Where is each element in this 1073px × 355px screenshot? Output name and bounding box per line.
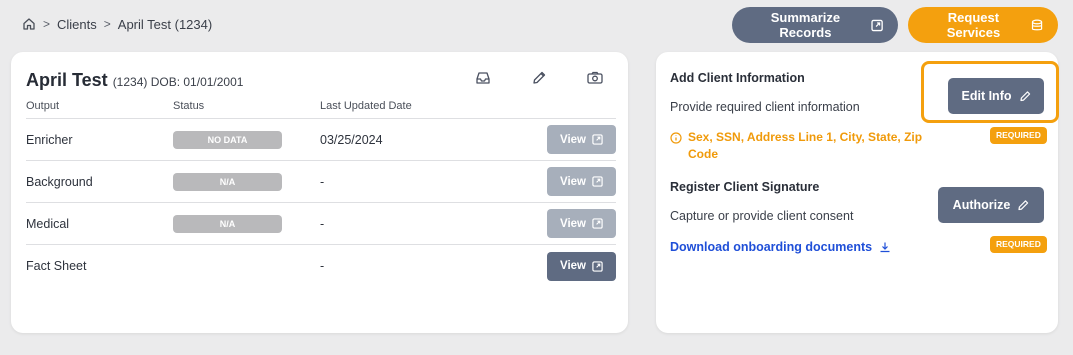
breadcrumb-current: April Test (1234)	[117, 16, 213, 32]
edit-info-label: Edit Info	[961, 89, 1012, 103]
client-header: April Test (1234) DOB: 01/01/2001	[26, 70, 243, 91]
table-row: Enricher NO DATA 03/25/2024 View	[26, 119, 616, 161]
status-badge: NO DATA	[173, 130, 282, 149]
row-date: -	[320, 216, 325, 231]
top-actions: Summarize Records Request Services	[732, 7, 1058, 43]
inbox-icon[interactable]	[474, 69, 492, 87]
home-icon[interactable]	[22, 17, 36, 31]
view-label: View	[560, 260, 586, 272]
view-label: View	[560, 133, 586, 146]
download-onboarding-label: Download onboarding documents	[670, 240, 873, 254]
client-actions	[474, 69, 604, 87]
request-services-label: Request Services	[946, 10, 1001, 40]
add-client-info-text: Provide required client information	[670, 100, 860, 114]
table-header: Output Status Last Updated Date	[26, 99, 616, 119]
row-output: Medical	[26, 216, 70, 231]
breadcrumb: > Clients > April Test (1234)	[22, 15, 212, 33]
edit-info-button[interactable]: Edit Info	[948, 78, 1044, 114]
database-icon	[1031, 19, 1043, 30]
edit-pencil-icon	[1019, 91, 1030, 102]
header-last-updated: Last Updated Date	[320, 100, 412, 112]
outputs-table: Output Status Last Updated Date Enricher…	[26, 99, 616, 287]
row-date: -	[320, 259, 325, 273]
view-button[interactable]: View	[547, 167, 616, 196]
authorize-label: Authorize	[952, 198, 1011, 212]
add-client-info-title: Add Client Information	[670, 71, 805, 85]
client-meta: (1234) DOB: 01/01/2001	[112, 75, 244, 89]
row-date: 03/25/2024	[320, 132, 383, 147]
view-label: View	[560, 217, 586, 230]
edit-pencil-icon	[1018, 200, 1029, 211]
missing-fields-warning: Sex, SSN, Address Line 1, City, State, Z…	[670, 129, 930, 163]
header-status: Status	[173, 100, 205, 112]
info-circle-icon	[670, 132, 682, 144]
row-date: -	[320, 174, 325, 189]
camera-icon[interactable]	[586, 69, 604, 87]
header-output: Output	[26, 100, 60, 112]
request-services-button[interactable]: Request Services	[908, 7, 1058, 43]
table-row: Background N/A - View	[26, 161, 616, 203]
summarize-records-label: Summarize Records	[770, 10, 841, 40]
chevron-right-icon: >	[103, 17, 111, 31]
table-row: Fact Sheet - View	[26, 245, 616, 287]
open-external-icon	[592, 260, 603, 272]
client-name: April Test	[26, 70, 108, 90]
open-external-icon	[592, 218, 603, 229]
view-button[interactable]: View	[547, 209, 616, 238]
required-badge: REQUIRED	[990, 127, 1047, 144]
download-icon	[880, 242, 890, 253]
open-external-icon	[871, 19, 883, 31]
row-output: Enricher	[26, 132, 73, 147]
row-output: Background	[26, 174, 93, 189]
table-row: Medical N/A - View	[26, 203, 616, 245]
breadcrumb-clients[interactable]: Clients	[57, 17, 97, 32]
summarize-records-button[interactable]: Summarize Records	[732, 7, 898, 43]
view-button[interactable]: View	[547, 251, 616, 281]
open-external-icon	[592, 134, 603, 145]
open-external-icon	[592, 176, 603, 187]
view-button[interactable]: View	[547, 125, 616, 154]
edit-pencil-icon[interactable]	[530, 69, 548, 87]
missing-fields-text: Sex, SSN, Address Line 1, City, State, Z…	[688, 130, 923, 161]
view-label: View	[560, 175, 586, 188]
client-outputs-card: April Test (1234) DOB: 01/01/2001 Output…	[11, 52, 628, 333]
row-output: Fact Sheet	[26, 259, 87, 273]
register-signature-title: Register Client Signature	[670, 180, 820, 194]
authorize-button[interactable]: Authorize	[938, 187, 1044, 223]
status-badge: N/A	[173, 214, 282, 233]
chevron-right-icon: >	[43, 17, 51, 31]
download-onboarding-link[interactable]: Download onboarding documents	[670, 240, 891, 254]
status-badge: N/A	[173, 172, 282, 191]
register-signature-text: Capture or provide client consent	[670, 209, 854, 223]
required-badge: REQUIRED	[990, 236, 1047, 253]
client-onboarding-card: Add Client Information Provide required …	[656, 52, 1059, 333]
